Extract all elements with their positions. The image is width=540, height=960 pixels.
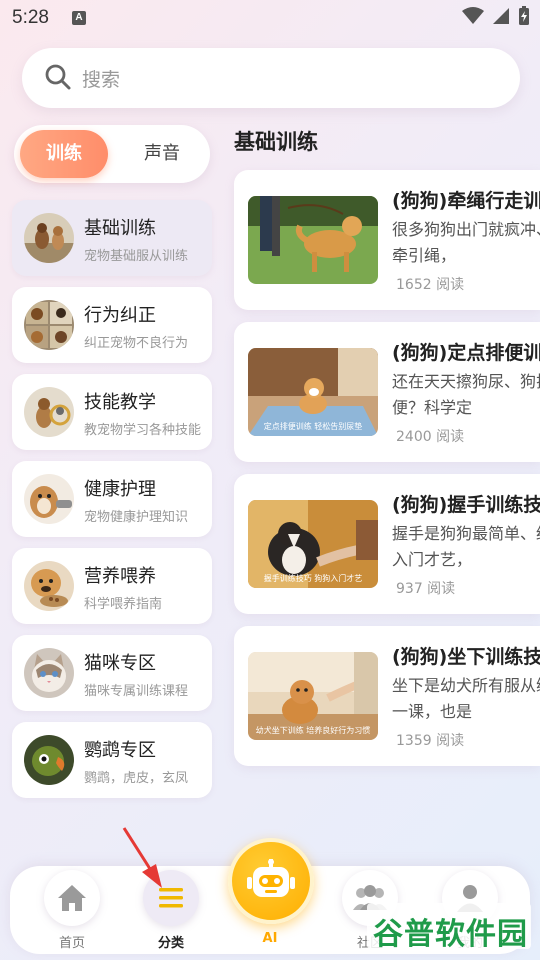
category-title: 技能教学 (84, 392, 156, 413)
nutrition-avatar (24, 561, 74, 611)
behavior-correction-avatar (24, 300, 74, 350)
ai-label: AI (262, 931, 278, 946)
article-card[interactable]: (狗狗)牵绳行走训 很多狗狗出门就疯冲、拉扯牵引绳， 1652 阅读 (234, 170, 540, 310)
search-input[interactable]: 搜索 (82, 65, 120, 92)
nav-home[interactable]: 首页 (37, 870, 107, 951)
cat-zone-avatar (24, 648, 74, 698)
category-title: 基础训练 (84, 218, 156, 239)
thumbnail-caption: 定点排便训练 轻松告别尿垫 (263, 422, 363, 431)
status-bar: 5:28 A (0, 0, 540, 36)
sidebar-item-basic-training[interactable]: 基础训练 宠物基础服从训练 (12, 200, 212, 276)
menu-icon (159, 888, 183, 908)
sidebar-item-behavior-correction[interactable]: 行为纠正 纠正宠物不良行为 (12, 287, 212, 363)
article-description: 坐下是幼犬所有服从练的第一课，也是 (392, 676, 540, 721)
category-subtitle: 猫咪专属训练课程 (84, 684, 189, 699)
thumbnail-caption: 握手训练技巧 狗狗入门才艺 (263, 574, 363, 583)
tab-sound[interactable]: 声音 (118, 130, 206, 178)
category-subtitle: 鹦鹉，虎皮，玄凤 (84, 771, 189, 786)
article-description: 还在天天擦狗尿、狗拉的便便？科学定 (392, 372, 540, 417)
category-subtitle: 纠正宠物不良行为 (84, 336, 189, 351)
sidebar-item-parrot-zone[interactable]: 鹦鹉专区 鹦鹉，虎皮，玄凤 (12, 722, 212, 798)
sidebar-item-skill-teaching[interactable]: 技能教学 教宠物学习各种技能 (12, 374, 212, 450)
status-time: 5:28 (12, 7, 49, 28)
category-sidebar: 训练 声音 基础训练 宠物基础服从训练 行为纠正 纠正宠物不良行为 技能教学 教… (0, 120, 214, 820)
article-title: (狗狗)牵绳行走训 (392, 190, 540, 212)
segment-control: 训练 声音 (14, 125, 210, 183)
signal-icon (493, 8, 509, 24)
sidebar-item-health-care[interactable]: 健康护理 宠物健康护理知识 (12, 461, 212, 537)
watermark-text: 谷普软件园 (373, 917, 528, 952)
category-subtitle: 教宠物学习各种技能 (84, 423, 202, 438)
category-title: 鹦鹉专区 (84, 740, 156, 761)
health-care-avatar (24, 474, 74, 524)
article-title: (狗狗)握手训练技 (392, 494, 540, 516)
article-thumbnail (248, 196, 378, 284)
search-bar[interactable]: 搜索 (22, 48, 520, 108)
category-list: 基础训练 宠物基础服从训练 行为纠正 纠正宠物不良行为 技能教学 教宠物学习各种… (12, 200, 214, 809)
article-thumbnail: 幼犬坐下训练 培养良好行为习惯 (248, 652, 378, 740)
article-read-count: 937 阅读 (396, 581, 456, 597)
article-description: 很多狗狗出门就疯冲、拉扯牵引绳， (392, 220, 540, 265)
watermark: 谷普软件园 (367, 903, 531, 952)
category-title: 行为纠正 (84, 305, 156, 326)
basic-training-avatar (24, 213, 74, 263)
article-card[interactable]: 定点排便训练 轻松告别尿垫 (狗狗)定点排便训 还在天天擦狗尿、狗拉的便便？科学… (234, 322, 540, 462)
category-title: 猫咪专区 (84, 653, 156, 674)
nav-category-button[interactable] (143, 870, 199, 926)
article-read-count: 2400 阅读 (396, 429, 465, 445)
sidebar-item-cat-zone[interactable]: 猫咪专区 猫咪专属训练课程 (12, 635, 212, 711)
notification-icon: A (72, 11, 86, 25)
thumbnail-caption: 幼犬坐下训练 培养良好行为习惯 (255, 726, 371, 735)
article-read-count: 1359 阅读 (396, 733, 465, 749)
nav-category[interactable]: 分类 (136, 870, 206, 951)
sidebar-item-nutrition[interactable]: 营养喂养 科学喂养指南 (12, 548, 212, 624)
category-subtitle: 科学喂养指南 (84, 597, 163, 612)
category-subtitle: 宠物基础服从训练 (84, 249, 189, 264)
category-title: 健康护理 (84, 479, 156, 500)
article-title: (狗狗)定点排便训 (392, 342, 540, 364)
category-title: 营养喂养 (84, 566, 156, 587)
home-icon (58, 885, 86, 911)
battery-icon (519, 6, 529, 25)
article-description: 握手是狗狗最简单、经典的入门才艺， (392, 524, 540, 569)
wifi-icon (462, 7, 484, 24)
article-read-count: 1652 阅读 (396, 277, 465, 293)
robot-icon (247, 859, 295, 897)
ai-assistant-button[interactable] (228, 838, 314, 924)
article-card[interactable]: 幼犬坐下训练 培养良好行为习惯 (狗狗)坐下训练技 坐下是幼犬所有服从练的第一课… (234, 626, 540, 766)
tab-training[interactable]: 训练 (20, 130, 108, 178)
skill-teaching-avatar (24, 387, 74, 437)
article-title: (狗狗)坐下训练技 (392, 646, 540, 668)
search-icon (45, 64, 71, 90)
article-thumbnail: 定点排便训练 轻松告别尿垫 (248, 348, 378, 436)
article-card[interactable]: 握手训练技巧 狗狗入门才艺 (狗狗)握手训练技 握手是狗狗最简单、经典的入门才艺… (234, 474, 540, 614)
parrot-zone-avatar (24, 735, 74, 785)
category-subtitle: 宠物健康护理知识 (84, 510, 189, 525)
section-title: 基础训练 (234, 130, 318, 154)
nav-home-button[interactable] (44, 870, 100, 926)
nav-category-label: 分类 (157, 936, 184, 951)
article-thumbnail: 握手训练技巧 狗狗入门才艺 (248, 500, 378, 588)
nav-home-label: 首页 (58, 936, 85, 951)
status-icons (462, 6, 530, 26)
